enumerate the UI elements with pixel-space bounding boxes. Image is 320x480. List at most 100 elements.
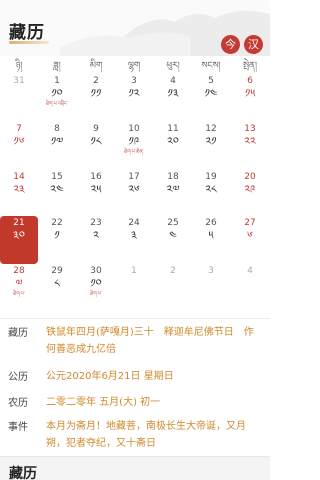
info-label-nongli: 农历 [8,398,28,409]
tibetan-day: ༡༠ [90,277,102,290]
tibetan-day: ༡༣ [167,87,179,100]
tibetan-day: ༡༧ [50,135,64,148]
calendar-day-cell[interactable]: 5 ༡༤ [192,74,230,122]
calendar-day-cell[interactable]: 1 [115,264,153,312]
day-number: 9 [93,124,99,134]
calendar-day-cell[interactable]: 28 ༧ ཐེག་པ་ [0,264,38,312]
calendar-day-cell[interactable]: 14 ༢༣ [0,170,38,218]
calendar-day-cell[interactable]: 26 ༥ [192,216,230,264]
calendar-day-cell[interactable]: 6 ༡༥ [231,74,269,122]
info-value-gongli: 公元2020年6月21日 星期日 [46,371,174,382]
calendar-day-cell[interactable]: 15 ༢༤ [38,170,76,218]
day-number: 17 [128,172,140,182]
calendar-day-cell[interactable]: 22 ༡ [38,216,76,264]
day-number: 2 [170,266,176,276]
info-label-zangli: 藏历 [8,328,28,339]
day-number: 3 [208,266,214,276]
day-number: 7 [16,124,22,134]
calendar-day-cell[interactable]: 18 ༢༧ [154,170,192,218]
tibetan-day: ༧ [15,277,23,290]
tibetan-day: ༡༠ [51,87,63,100]
day-number: 1 [54,76,60,86]
tibetan-day: ༤ [169,229,177,242]
day-number: 4 [170,76,176,86]
calendar-day-cell[interactable]: 3 ༡༢ [115,74,153,122]
day-number: 11 [167,124,179,134]
calendar-day-cell[interactable]: 7 ༡༦ [0,122,38,170]
day-number: 30 [90,266,102,276]
calendar-day-cell[interactable]: 4 ༡༣ [154,74,192,122]
calendar-day-cell[interactable]: 3 [192,264,230,312]
tibetan-day: ༡༩ [128,135,140,148]
festival-note: ཐེག་པ་ [90,291,102,297]
festival-note: ཐེག་པ་ [13,291,25,297]
day-number: 31 [13,76,25,86]
tibetan-day: ༦ [247,229,253,242]
info-label-event: 事件 [8,422,28,433]
day-number: 13 [244,124,256,134]
calendar-day-cell[interactable]: 24 ༣ [115,216,153,264]
calendar-day-cell[interactable]: 9 ༡༨ [77,122,115,170]
day-number: 24 [128,218,140,228]
day-number: 15 [51,172,63,182]
tibetan-day: ༢༠ [167,135,179,148]
calendar-day-cell[interactable]: 23 ༢ [77,216,115,264]
calendar-day-cell[interactable]: 31 [0,74,38,122]
day-number: 21 [13,218,25,228]
calendar-day-cell[interactable]: 12 ༢༡ [192,122,230,170]
info-row-event: 事件 本月为斋月！地藏菩，南极长生大帝诞，又月朔，犯者夺纪，又十斋日 [0,418,270,454]
tibetan-day: ༢༨ [205,183,217,196]
day-number: 16 [90,172,102,182]
info-value-nongli: 二零二零年 五月(大) 初一 [46,397,161,408]
calendar-day-cell[interactable]: 17 ༢༦ [115,170,153,218]
tibetan-day: ༢ [93,229,99,242]
info-value-event: 本月为斋月！地藏菩，南极长生大帝诞，又月朔，犯者夺纪，又十斋日 [46,421,246,449]
info-row-gongli: 公历 公元2020年6月21日 星期日 [0,368,270,386]
calendar-day-cell[interactable]: 29 ༨ [38,264,76,312]
tibetan-day: ༣ [131,229,137,242]
calendar-day-cell[interactable]: 4 [231,264,269,312]
calendar-day-cell[interactable]: 2 ༡༡ [77,74,115,122]
day-number: 12 [205,124,217,134]
tibetan-day: ༡༦ [13,135,25,148]
info-row-nongli: 农历 二零二零年 五月(大) 初一 [0,394,270,412]
tibetan-day: ༢༡ [205,135,217,148]
info-value-zangli: 铁鼠年四月(萨嘎月)三十 释迦牟尼佛节日 作何善恶成九亿倍 [46,327,254,355]
calendar-day-cell[interactable]: 19 ༢༨ [192,170,230,218]
tibetan-day: ༢༧ [166,183,180,196]
tibetan-day: ༢༤ [50,183,64,196]
day-number: 2 [93,76,99,86]
tibetan-day: ༡༨ [90,135,102,148]
tibetan-day: ༢༢ [244,135,256,148]
tibetan-day: ༡ [54,229,60,242]
calendar-day-cell[interactable]: 2 [154,264,192,312]
tibetan-day: ༢༩ [244,183,256,196]
festival-note: ཐེག་པ་འབྲིང་ [46,101,68,107]
day-number: 29 [51,266,63,276]
today-button[interactable]: 今 [221,35,240,54]
tibetan-day: ༥ [208,229,214,242]
day-number: 10 [128,124,140,134]
calendar-day-cell[interactable]: 25 ༤ [154,216,192,264]
festival-note: ཐེག་པ་ཆེན་ [124,149,144,155]
calendar-day-cell[interactable]: 21 ༣༠ ཐེག་པ་ཆེན་ [0,216,38,264]
calendar-day-cell[interactable]: 16 ༢༥ [77,170,115,218]
day-number: 6 [247,76,253,86]
info-label-gongli: 公历 [8,372,28,383]
tibetan-day: ༡༥ [244,87,256,100]
calendar-day-cell[interactable]: 30 ༡༠ ཐེག་པ་ [77,264,115,312]
day-number: 25 [167,218,179,228]
calendar-day-cell[interactable]: 8 ༡༧ [38,122,76,170]
calendar-day-cell[interactable]: 20 ༢༩ [231,170,269,218]
app-header: 藏历 今 汉 [0,0,270,56]
calendar-day-cell[interactable]: 10 ༡༩ ཐེག་པ་ཆེན་ [115,122,153,170]
calendar-day-cell[interactable]: 11 ༢༠ [154,122,192,170]
calendar-day-cell[interactable]: 27 ༦ [231,216,269,264]
calendar-day-cell[interactable]: 1 ༡༠ ཐེག་པ་འབྲིང་ [38,74,76,122]
day-number: 28 [13,266,25,276]
tibetan-day: ༢༦ [128,183,140,196]
calendar-day-cell[interactable]: 13 ༢༢ [231,122,269,170]
tibetan-day: ༣༠ [13,229,25,242]
han-toggle-button[interactable]: 汉 [244,35,263,54]
day-number: 27 [244,218,256,228]
